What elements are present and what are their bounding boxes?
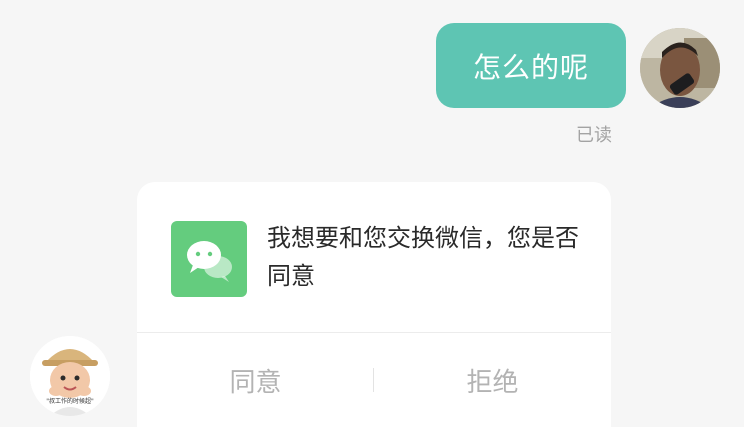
user-photo-icon bbox=[640, 28, 720, 108]
avatar-caption: "叔工作的时候超" bbox=[46, 398, 94, 405]
outgoing-message-bubble[interactable]: 怎么的呢 bbox=[436, 23, 626, 108]
wechat-icon bbox=[171, 221, 247, 297]
outgoing-message-text: 怎么的呢 bbox=[472, 50, 589, 84]
chat-screen: 怎么的呢 已读 我想要和您交换微信，您是否同意 同意 拒绝 "叔工作的时候超" bbox=[0, 0, 744, 427]
my-avatar[interactable] bbox=[640, 28, 720, 108]
agree-button[interactable]: 同意 bbox=[137, 333, 374, 427]
contact-avatar[interactable]: "叔工作的时候超" bbox=[30, 336, 110, 416]
refuse-button[interactable]: 拒绝 bbox=[374, 333, 611, 427]
read-status: 已读 bbox=[576, 125, 612, 146]
contact-exchange-card: 我想要和您交换微信，您是否同意 同意 拒绝 bbox=[137, 182, 611, 427]
request-message: 我想要和您交换微信，您是否同意 bbox=[267, 224, 579, 290]
